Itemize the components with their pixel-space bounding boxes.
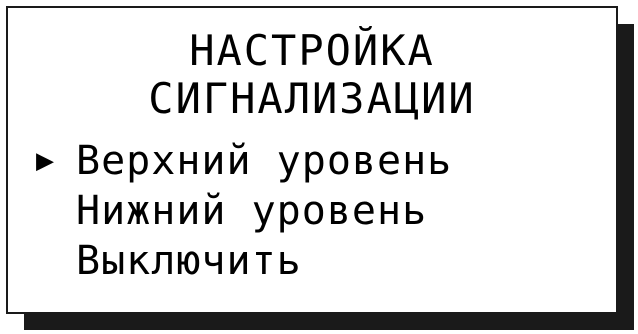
menu-item-upper-level[interactable]: ▶ Верхний уровень — [36, 136, 452, 186]
alarm-menu: ▶ Верхний уровень ▶ Нижний уровень ▶ Вык… — [36, 136, 452, 286]
menu-item-label: Верхний уровень — [76, 138, 453, 184]
lcd-display: НАСТРОЙКА СИГНАЛИЗАЦИИ ▶ Верхний уровень… — [6, 6, 618, 314]
screen-title-line-2: СИГНАЛИЗАЦИИ — [148, 74, 476, 123]
menu-item-label: Нижний уровень — [76, 188, 428, 234]
menu-item-disable[interactable]: ▶ Выключить — [36, 236, 452, 286]
selection-cursor-icon: ▶ — [36, 143, 56, 178]
screen-title-line-1: НАСТРОЙКА — [189, 26, 435, 75]
menu-item-lower-level[interactable]: ▶ Нижний уровень — [36, 186, 452, 236]
menu-item-label: Выключить — [76, 238, 302, 284]
